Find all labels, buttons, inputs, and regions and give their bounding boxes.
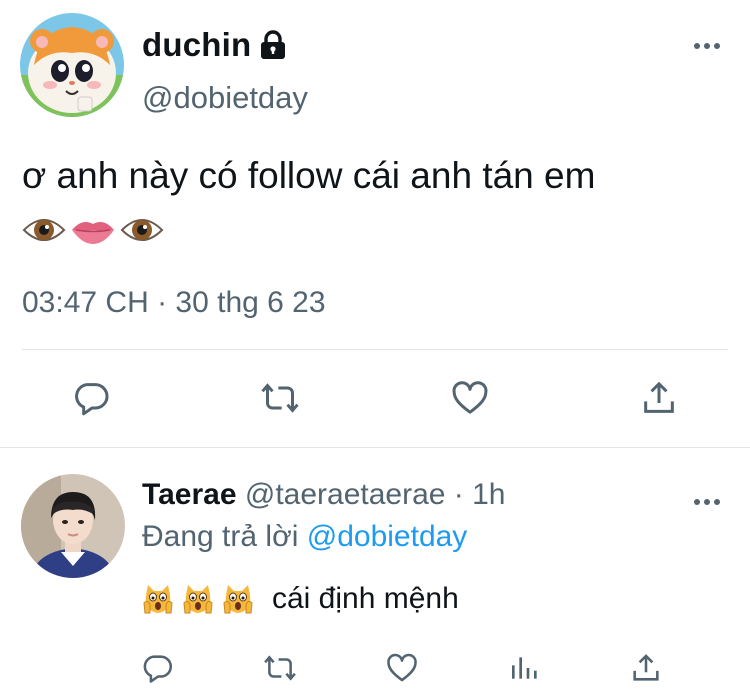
tweet-text: ơ anh này có follow cái anh tán em xyxy=(22,150,742,252)
emoji-row xyxy=(22,208,742,252)
replying-to-mention[interactable]: @dobietday xyxy=(307,520,468,553)
avatar[interactable] xyxy=(20,13,124,117)
replying-to-label: Đang trả lời xyxy=(142,520,299,553)
reply-text-content: cái định mệnh xyxy=(272,582,459,615)
eye-emoji xyxy=(120,219,164,241)
more-options-icon[interactable] xyxy=(692,492,722,512)
reply-icon[interactable] xyxy=(138,648,178,688)
reply-display-name[interactable]: Taerae xyxy=(142,478,237,511)
reply-time[interactable]: · 1h xyxy=(454,478,506,511)
analytics-icon[interactable] xyxy=(504,648,544,688)
eye-emoji xyxy=(22,219,66,241)
scream-cat-emoji xyxy=(143,585,173,614)
reply-avatar[interactable] xyxy=(21,474,125,578)
share-icon[interactable] xyxy=(637,376,681,420)
person-avatar-image xyxy=(21,474,125,578)
retweet-icon[interactable] xyxy=(260,648,300,688)
share-icon[interactable] xyxy=(626,648,666,688)
timestamp[interactable]: 03:47 CH · 30 thg 6 23 xyxy=(22,286,326,320)
reply-handle[interactable]: @taeraetaerae xyxy=(245,478,446,511)
tweet-text-line: ơ anh này có follow cái anh tán em xyxy=(22,155,596,196)
main-tweet: duchin @dobietday ơ anh này có follow cá… xyxy=(0,0,750,448)
display-name-text[interactable]: duchin xyxy=(142,26,251,64)
more-options-icon[interactable] xyxy=(692,36,722,56)
hamster-avatar-image xyxy=(20,13,124,117)
display-name[interactable]: duchin xyxy=(142,26,287,64)
scream-cat-emoji xyxy=(183,585,213,614)
reply-action-bar xyxy=(0,648,750,688)
heart-icon[interactable] xyxy=(382,648,422,688)
handle[interactable]: @dobietday xyxy=(142,80,308,116)
heart-icon[interactable] xyxy=(448,376,492,420)
action-bar xyxy=(0,376,750,424)
scream-cat-emoji xyxy=(223,585,253,614)
reply-icon[interactable] xyxy=(70,376,114,420)
replying-to: Đang trả lời @dobietday xyxy=(142,520,467,554)
reply-header: Taerae @taeraetaerae · 1h xyxy=(142,478,506,512)
retweet-icon[interactable] xyxy=(258,376,302,420)
reply-text: cái định mệnh xyxy=(142,582,459,616)
lips-emoji xyxy=(72,222,114,244)
divider xyxy=(22,349,728,350)
lock-icon xyxy=(259,30,287,60)
divider xyxy=(0,447,750,448)
